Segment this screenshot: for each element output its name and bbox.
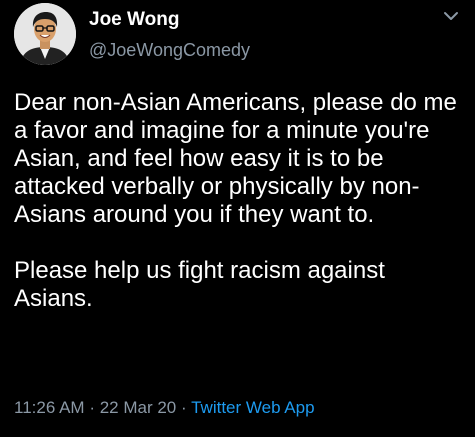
tweet-meta: 11:26 AM · 22 Mar 20 · Twitter Web App: [14, 397, 315, 419]
author-block[interactable]: Joe Wong @JoeWongComedy: [89, 9, 250, 61]
meta-separator: ·: [181, 398, 187, 417]
tweet-time[interactable]: 11:26 AM: [14, 398, 85, 417]
user-handle[interactable]: @JoeWongComedy: [89, 39, 250, 61]
tweet-paragraph: Dear non-Asian Americans, please do me a…: [14, 89, 457, 228]
person-portrait-icon: [14, 3, 76, 65]
tweet: Joe Wong @JoeWongComedy Dear non-Asian A…: [0, 0, 475, 437]
tweet-paragraph: Please help us fight racism against Asia…: [14, 257, 385, 312]
meta-separator: ·: [89, 398, 95, 417]
tweet-date[interactable]: 22 Mar 20: [100, 398, 177, 417]
tweet-text: Dear non-Asian Americans, please do me a…: [14, 89, 466, 313]
display-name[interactable]: Joe Wong: [89, 9, 250, 31]
chevron-down-icon[interactable]: [441, 6, 461, 26]
tweet-source-link[interactable]: Twitter Web App: [191, 398, 314, 417]
avatar[interactable]: [14, 3, 76, 65]
